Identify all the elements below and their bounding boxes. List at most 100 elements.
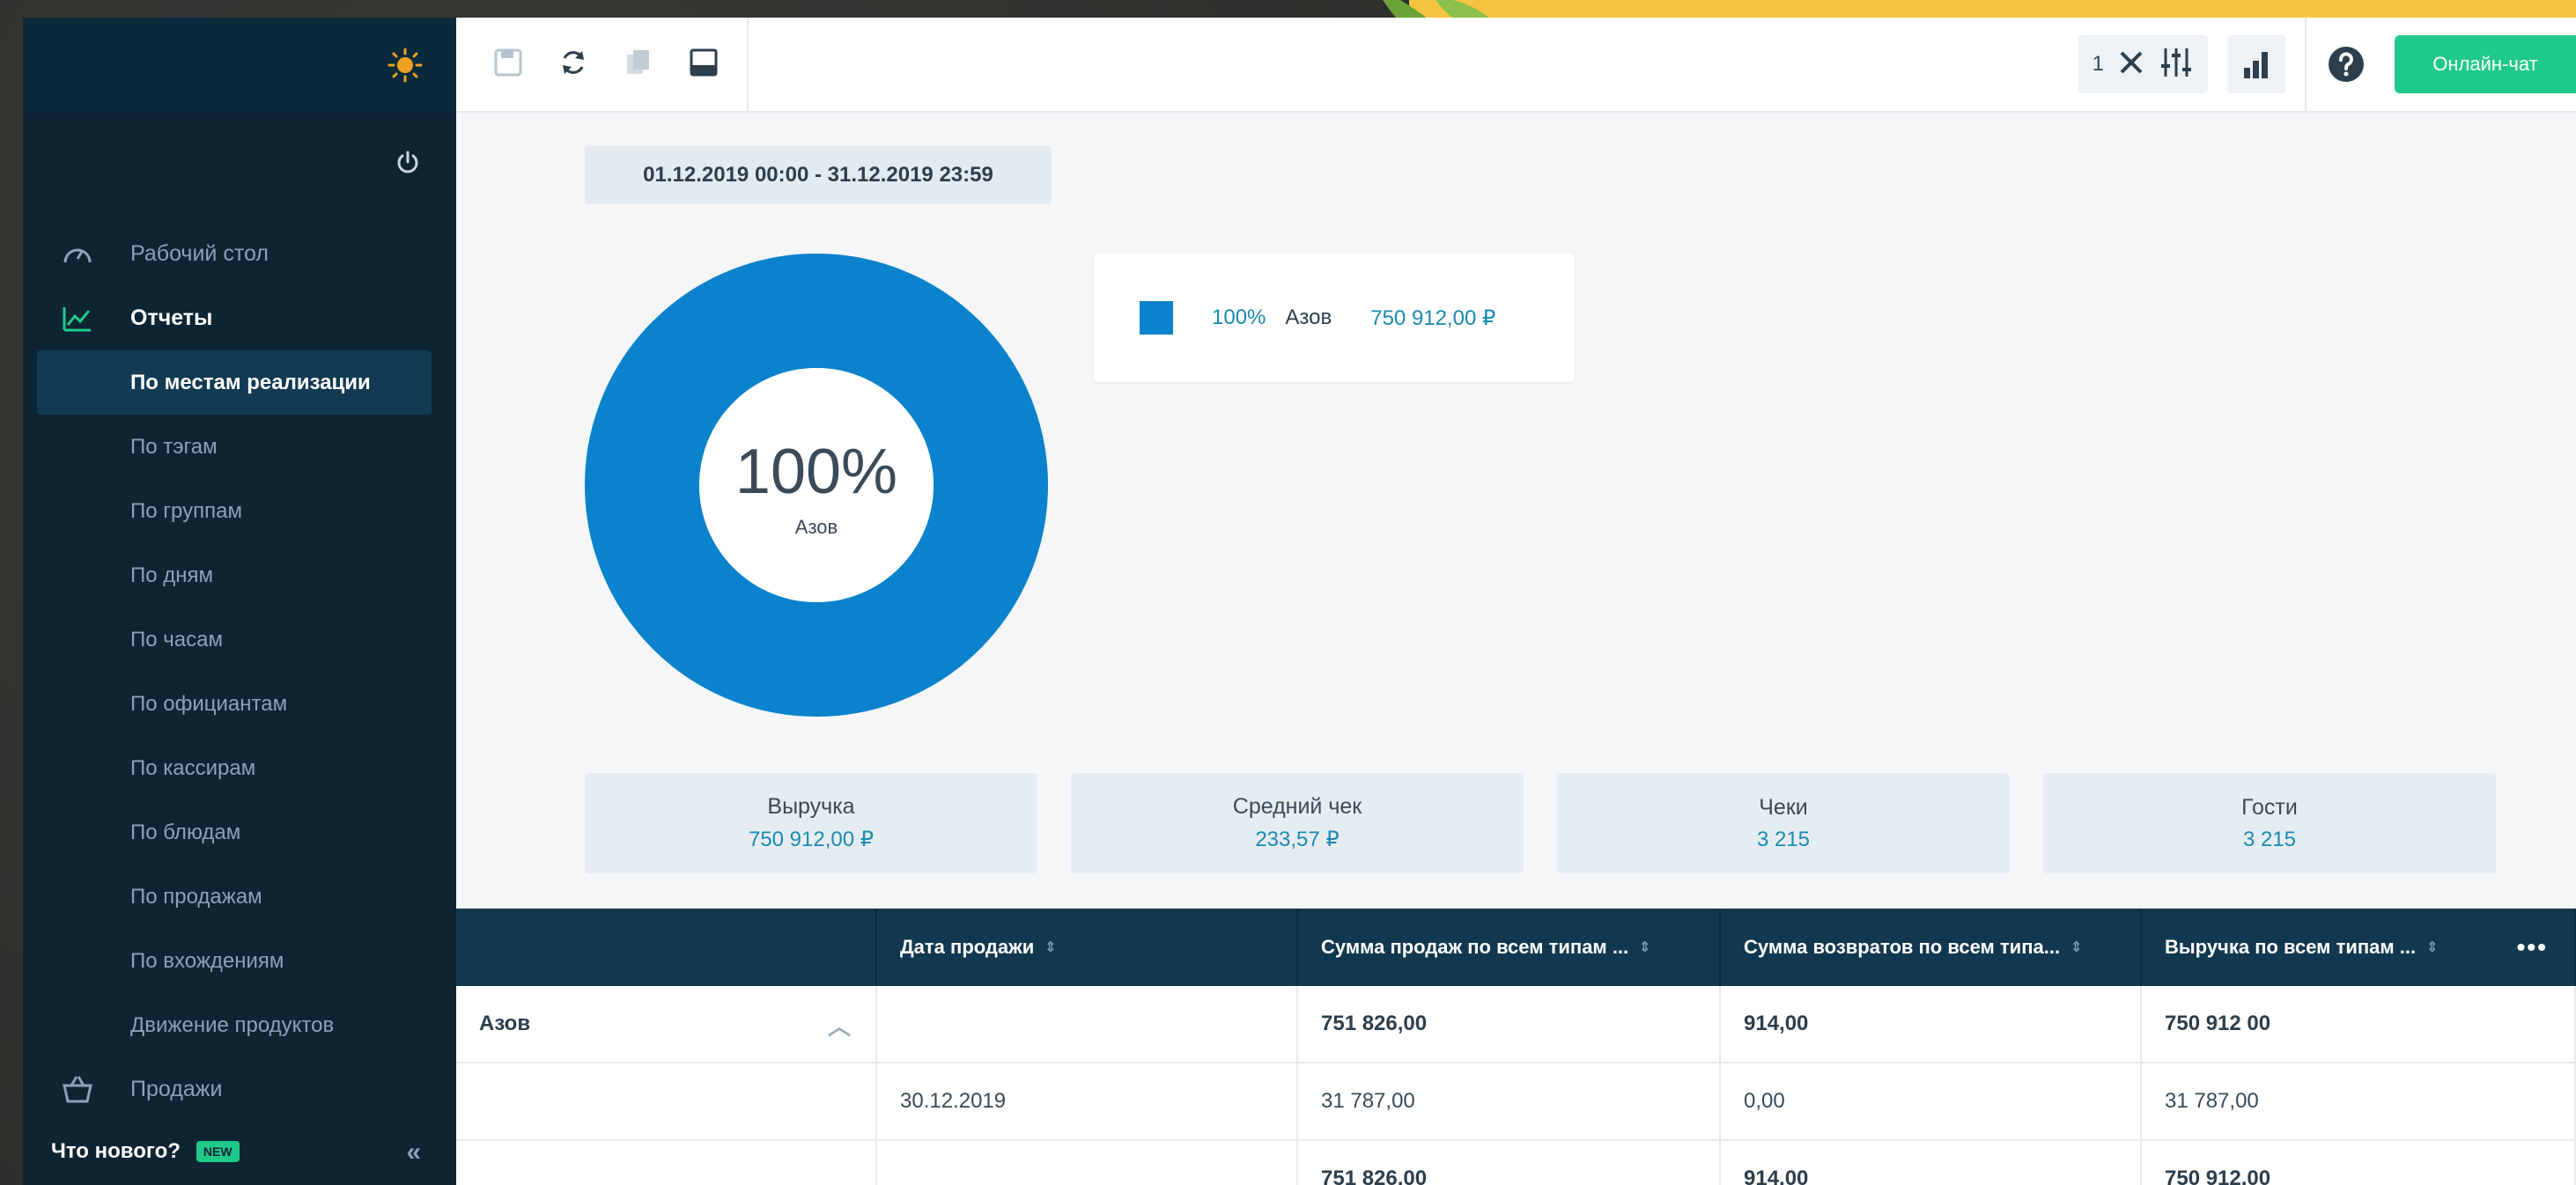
whats-new-bar: Что нового? NEW « [23, 1118, 456, 1185]
help-icon[interactable] [2326, 44, 2366, 85]
stat-label: Средний чек [1232, 794, 1362, 819]
stat-card-revenue: Выручка 750 912,00 ₽ [585, 773, 1037, 873]
sidebar-subitem-by-groups[interactable]: По группам [23, 479, 456, 543]
column-header-revenue[interactable]: Выручка по всем типам ... ⇕ ••• [2142, 909, 2576, 986]
app-window: Рабочий стол Отчеты По местам реализации… [23, 18, 2576, 1185]
table-cell: 914,00 [1721, 986, 2142, 1062]
sort-icon[interactable]: ⇕ [1044, 938, 1056, 956]
sort-icon[interactable]: ⇕ [2070, 938, 2082, 956]
stat-value: 3 215 [1756, 827, 1811, 851]
new-badge: NEW [196, 1141, 240, 1162]
filter-count: 1 [2092, 52, 2104, 76]
main-content: 1 Онлайн-чат 01.12.2019 00:00 - 31.12.20… [456, 18, 2576, 1185]
save-icon[interactable] [488, 42, 528, 83]
table-cell: 750 912 00 [2142, 986, 2576, 1062]
sort-icon[interactable]: ⇕ [1639, 938, 1650, 956]
sidebar-header [23, 18, 456, 113]
chart-up-icon [58, 299, 97, 338]
stat-value: 233,57 ₽ [1255, 828, 1340, 851]
chart-toggle-button[interactable] [2227, 35, 2285, 93]
whats-new-link[interactable]: Что нового? [51, 1139, 181, 1164]
table-cell: 30.12.2019 [877, 1064, 1298, 1139]
table-cell: 31 787,00 [1298, 1064, 1721, 1139]
refresh-icon[interactable] [553, 42, 594, 83]
stat-card-guests: Гости 3 215 [2043, 773, 2496, 873]
table-cell: 31 787,00 [2142, 1064, 2576, 1139]
sidebar-item-label: Продажи [130, 1077, 223, 1101]
sun-icon[interactable] [388, 48, 423, 83]
donut-center-value: 100% [735, 437, 897, 507]
toolbar-divider [2305, 18, 2307, 112]
column-header-location[interactable] [456, 909, 877, 986]
sidebar-item-label: Отчеты [130, 305, 213, 330]
speedometer-icon [58, 235, 97, 274]
filter-sliders-icon[interactable] [2159, 45, 2194, 85]
table-row[interactable]: 30.12.2019 31 787,00 0,00 31 787,00 [456, 1064, 2576, 1141]
chevron-up-icon[interactable]: ︿ [828, 1009, 851, 1041]
basket-icon [58, 1071, 97, 1109]
sidebar-nav: Рабочий стол Отчеты По местам реализации… [23, 222, 456, 1122]
sidebar-subitem-by-entries[interactable]: По вхождениям [23, 929, 456, 993]
sidebar: Рабочий стол Отчеты По местам реализации… [23, 18, 456, 1185]
table-cell: 751 826,00 [1298, 1141, 1721, 1185]
stat-card-checks: Чеки 3 215 [1557, 773, 2010, 873]
table-cell: 914,00 [1721, 1141, 2142, 1185]
sidebar-subitem-by-days[interactable]: По дням [23, 543, 456, 607]
stat-label: Гости [2241, 794, 2298, 820]
stat-card-average-check: Средний чек 233,57 ₽ [1071, 773, 1524, 873]
donut-chart: 100% Азов [585, 254, 1048, 717]
table-cell: 0,00 [1721, 1064, 2142, 1139]
table-cell: Азов ︿ [456, 986, 877, 1062]
clear-filter-icon[interactable] [2116, 48, 2146, 82]
export-icon[interactable] [683, 42, 724, 83]
online-chat-button[interactable]: Онлайн-чат [2395, 35, 2576, 93]
copy-icon[interactable] [618, 42, 659, 83]
donut-center-label: Азов [795, 516, 838, 538]
date-range-picker[interactable]: 01.12.2019 00:00 - 31.12.2019 23:59 [585, 146, 1052, 204]
sort-icon[interactable]: ⇕ [2426, 938, 2438, 956]
table-row-total: 751 826,00 914,00 750 912,00 [456, 1141, 2576, 1185]
filter-group: 1 [2078, 35, 2208, 93]
sidebar-subitem-product-movement[interactable]: Движение продуктов [23, 993, 456, 1057]
sidebar-subitem-by-tags[interactable]: По тэгам [23, 415, 456, 479]
legend-percent: 100% [1212, 305, 1266, 329]
toolbar-actions [488, 42, 724, 83]
column-header-returns-sum[interactable]: Сумма возвратов по всем типа... ⇕ [1721, 909, 2142, 986]
table-header: Дата продажи ⇕ Сумма продаж по всем типам… [456, 909, 2576, 986]
legend-swatch [1140, 301, 1173, 335]
table-cell [877, 986, 1298, 1062]
stat-label: Чеки [1759, 794, 1808, 820]
legend-name: Азов [1285, 305, 1332, 329]
power-icon[interactable] [395, 150, 421, 176]
sidebar-subitem-by-hours[interactable]: По часам [23, 607, 456, 672]
legend-value: 750 912,00 ₽ [1370, 305, 1496, 330]
report-table: Дата продажи ⇕ Сумма продаж по всем типам… [456, 909, 2576, 1185]
chart-legend: 100% Азов 750 912,00 ₽ [1094, 254, 1575, 382]
stat-label: Выручка [767, 794, 855, 819]
sidebar-subitem-by-location[interactable]: По местам реализации [37, 350, 432, 415]
stat-value: 3 215 [2242, 827, 2297, 851]
sidebar-subitem-by-cashiers[interactable]: По кассирам [23, 736, 456, 800]
stat-value: 750 912,00 ₽ [748, 828, 875, 851]
toolbar: 1 Онлайн-чат [456, 18, 2576, 113]
sidebar-item-sales[interactable]: Продажи [23, 1057, 456, 1122]
sidebar-subitem-by-dishes[interactable]: По блюдам [23, 800, 456, 865]
column-header-sale-date[interactable]: Дата продажи ⇕ [877, 909, 1298, 986]
sidebar-item-dashboard[interactable]: Рабочий стол [23, 222, 456, 286]
sidebar-subitem-by-sales[interactable]: По продажам [23, 865, 456, 929]
table-cell: 751 826,00 [1298, 986, 1721, 1062]
sidebar-item-label: Рабочий стол [130, 241, 269, 266]
more-options-icon[interactable]: ••• [2517, 933, 2548, 961]
bar-chart-icon [2244, 52, 2268, 78]
table-cell: 750 912,00 [2142, 1141, 2576, 1185]
table-cell [456, 1141, 877, 1185]
column-header-sales-sum[interactable]: Сумма продаж по всем типам ... ⇕ [1298, 909, 1721, 986]
toolbar-divider [747, 18, 749, 113]
table-cell [456, 1064, 877, 1139]
toolbar-right: 1 Онлайн-чат [2078, 18, 2576, 112]
sidebar-item-reports[interactable]: Отчеты [23, 286, 456, 350]
table-row-group[interactable]: Азов ︿ 751 826,00 914,00 750 912 00 [456, 986, 2576, 1064]
sidebar-subitem-by-waiters[interactable]: По официантам [23, 672, 456, 736]
collapse-sidebar-icon[interactable]: « [406, 1137, 421, 1167]
background-banner [1409, 0, 2576, 18]
